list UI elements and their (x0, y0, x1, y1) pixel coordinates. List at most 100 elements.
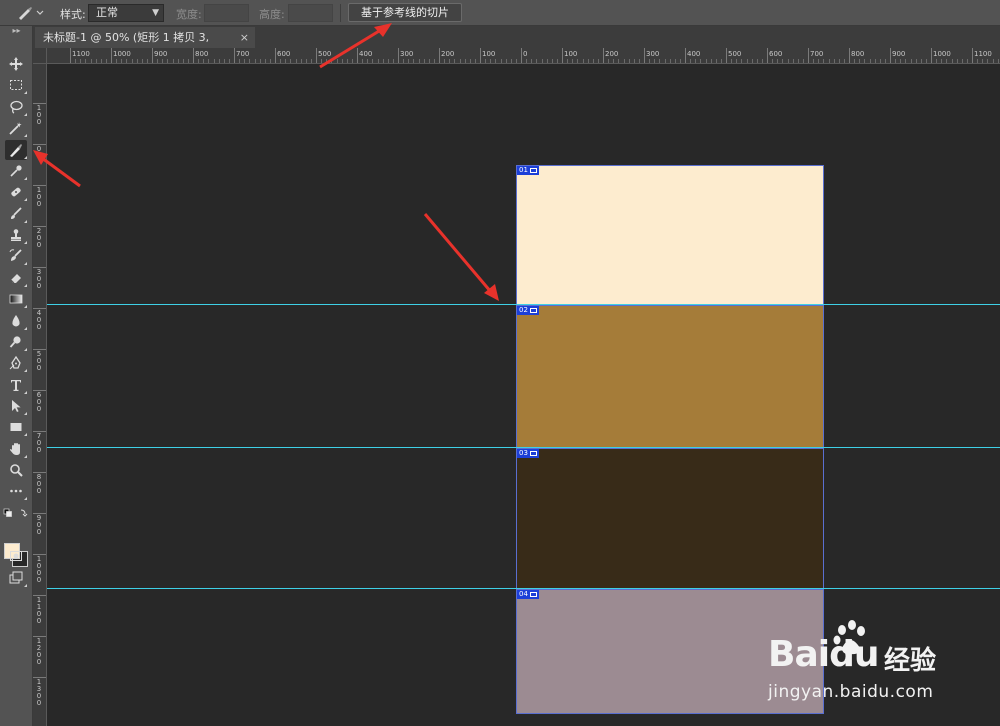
slice-number: 03 (519, 449, 528, 457)
ruler-minor-tick (413, 59, 415, 63)
quick-mask-icon[interactable] (5, 546, 27, 566)
ruler-minor-tick (177, 59, 179, 63)
watermark-brand: Baidu (768, 634, 879, 675)
style-select-value: 正常 (96, 6, 118, 19)
slice-number: 04 (519, 590, 528, 598)
slice-number-badge: 01 (517, 166, 539, 175)
ruler-minor-tick (582, 59, 584, 63)
ruler-label: 1000 (933, 50, 951, 58)
horizontal-guide[interactable] (47, 588, 1000, 589)
zoom-tool-icon[interactable] (5, 460, 27, 480)
ruler-minor-tick (736, 59, 738, 63)
ruler-minor-tick (326, 59, 328, 63)
horizontal-ruler[interactable]: 1100 1000 900 800 700 600 500 400 300 200 100 0 100 2… (47, 48, 1000, 64)
ruler-label: 100 (482, 50, 496, 58)
ruler-minor-tick (136, 59, 138, 63)
marquee-tool-icon[interactable] (5, 75, 27, 95)
ruler-minor-tick (551, 59, 553, 63)
ruler-major-tick (398, 48, 399, 63)
clone-stamp-tool-icon[interactable] (5, 225, 27, 245)
ruler-minor-tick (992, 59, 994, 63)
ruler-minor-tick (269, 59, 271, 63)
ruler-minor-tick (341, 59, 343, 63)
ruler-minor-tick (218, 59, 220, 63)
screen-mode-icon[interactable] (5, 568, 27, 588)
pen-tool-icon[interactable] (5, 353, 27, 373)
ruler-major-tick (562, 48, 563, 63)
ruler-minor-tick (208, 59, 210, 63)
vertical-ruler[interactable]: 100 0 100 200 300 400 500 600 700 800 900 1000 1100 1… (33, 64, 47, 726)
document-tab[interactable]: 未标题-1 @ 50% (矩形 1 拷贝 3, RGB/8#) * × (35, 27, 255, 65)
ruler-minor-tick (982, 59, 984, 63)
ruler-label: 700 (810, 50, 824, 58)
brush-tool-icon[interactable] (5, 204, 27, 224)
ruler-minor-tick (587, 59, 589, 63)
ruler-major-tick (849, 48, 850, 63)
ruler-major-tick (480, 48, 481, 63)
slices-from-guides-button[interactable]: 基于参考线的切片 (348, 3, 462, 22)
more-tools-icon[interactable] (5, 481, 27, 501)
ruler-minor-tick (623, 59, 625, 63)
slice-tool-active-icon[interactable] (5, 140, 27, 160)
ruler-label: 600 (277, 50, 291, 58)
ruler-label: 200 (36, 227, 42, 249)
healing-brush-tool-icon[interactable] (5, 182, 27, 202)
hand-tool-icon[interactable] (5, 439, 27, 459)
move-tool-icon[interactable] (5, 54, 27, 74)
ruler-minor-tick (823, 59, 825, 63)
color-swap-controls[interactable] (3, 503, 30, 517)
close-tab-icon[interactable]: × (240, 27, 249, 48)
ruler-minor-tick (915, 59, 917, 63)
horizontal-guide[interactable] (47, 447, 1000, 448)
slice-01[interactable]: 01 (516, 165, 824, 305)
height-field[interactable] (288, 4, 333, 22)
type-tool-icon[interactable] (5, 375, 27, 395)
tool-preset-picker[interactable] (14, 4, 46, 22)
ruler-label: 1300 (36, 678, 42, 707)
ruler-minor-tick (859, 59, 861, 63)
ruler-minor-tick (746, 59, 748, 63)
ruler-origin[interactable] (33, 48, 47, 64)
slice-number-badge: 02 (517, 306, 539, 315)
ruler-minor-tick (531, 59, 533, 63)
slice-02[interactable]: 02 (516, 305, 824, 448)
width-field[interactable] (204, 4, 249, 22)
dodge-tool-icon[interactable] (5, 332, 27, 352)
ruler-label: 900 (154, 50, 168, 58)
watermark-brand-cn: 经验 (884, 646, 937, 676)
gradient-tool-icon[interactable] (5, 289, 27, 309)
ruler-minor-tick (879, 59, 881, 63)
style-select[interactable]: 正常 ▼ (88, 4, 164, 22)
history-brush-tool-icon[interactable] (5, 246, 27, 266)
eyedropper-tool-icon[interactable] (5, 161, 27, 181)
ruler-minor-tick (695, 59, 697, 63)
ruler-minor-tick (731, 59, 733, 63)
magic-wand-tool-icon[interactable] (5, 118, 27, 138)
ruler-minor-tick (305, 59, 307, 63)
ruler-label: 900 (892, 50, 906, 58)
path-selection-tool-icon[interactable] (5, 396, 27, 416)
rectangle-tool-icon[interactable] (5, 417, 27, 437)
ruler-label: 800 (36, 473, 42, 495)
ruler-minor-tick (577, 59, 579, 63)
ruler-minor-tick (198, 59, 200, 63)
ruler-label: 300 (646, 50, 660, 58)
lasso-tool-icon[interactable] (5, 97, 27, 117)
ruler-minor-tick (157, 59, 159, 63)
ruler-minor-tick (669, 59, 671, 63)
ruler-label: 0 (36, 145, 42, 153)
ruler-label: 800 (851, 50, 865, 58)
ruler-label: 500 (728, 50, 742, 58)
ruler-minor-tick (936, 59, 938, 63)
horizontal-guide[interactable] (47, 304, 1000, 305)
collapse-toolbar-icon[interactable]: ▸▸ (0, 26, 33, 36)
ruler-major-tick (644, 48, 645, 63)
blur-tool-icon[interactable] (5, 311, 27, 331)
eraser-tool-icon[interactable] (5, 268, 27, 288)
ruler-minor-tick (649, 59, 651, 63)
ruler-minor-tick (80, 59, 82, 63)
ruler-minor-tick (116, 59, 118, 63)
ruler-minor-tick (474, 59, 476, 63)
slice-03[interactable]: 03 (516, 448, 824, 589)
ruler-minor-tick (100, 59, 102, 63)
